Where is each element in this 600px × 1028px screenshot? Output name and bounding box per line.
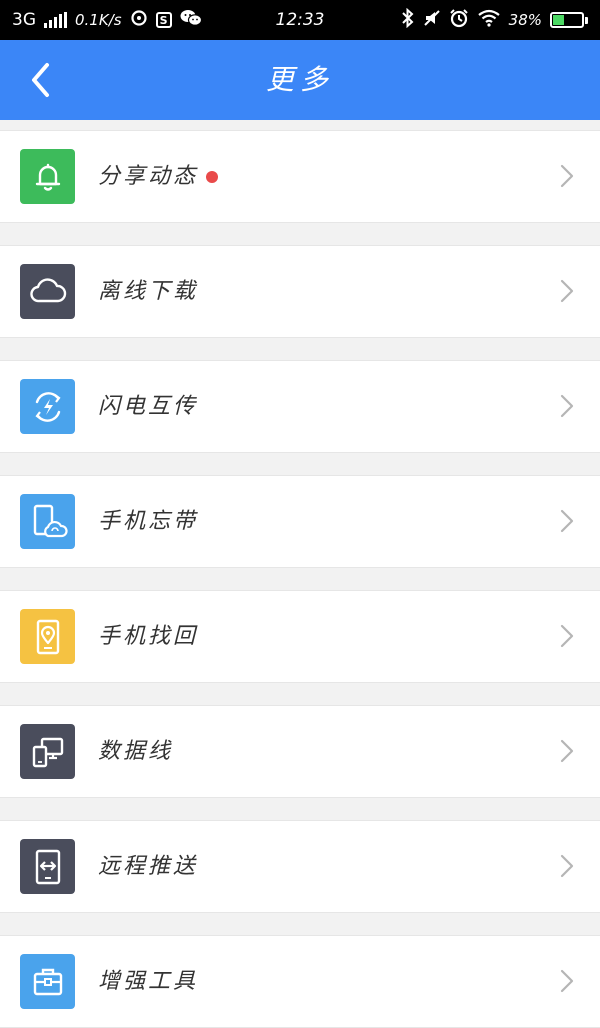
menu-item-lightning-transfer[interactable]: 闪电互传 (0, 360, 600, 453)
cloud-icon (20, 264, 75, 319)
bluetooth-icon (401, 7, 415, 33)
alarm-icon (449, 8, 469, 33)
menu-item-enhanced-tools[interactable]: 增强工具 (0, 935, 600, 1028)
menu-item-label: 离线下载 (98, 279, 199, 304)
s-app-icon: S (155, 12, 172, 28)
wifi-icon (477, 9, 501, 32)
devices-icon (20, 724, 75, 779)
toolbox-icon (20, 954, 75, 1009)
menu-item-phone-recovery[interactable]: 手机找回 (0, 590, 600, 683)
menu-item-remote-push[interactable]: 远程推送 (0, 820, 600, 913)
chevron-right-icon (554, 393, 580, 419)
phone-location-icon (20, 609, 75, 664)
battery-percent: 38% (508, 11, 542, 29)
menu-item-phone-forgotten[interactable]: 手机忘带 (0, 475, 600, 568)
battery-icon (550, 12, 588, 28)
network-speed: 0.1K/s (75, 11, 122, 29)
wechat-icon (180, 9, 202, 32)
status-bar-right: 38% (300, 7, 588, 33)
menu-item-data-cable[interactable]: 数据线 (0, 705, 600, 798)
menu-item-label: 手机忘带 (98, 509, 199, 534)
menu-item-label: 手机找回 (98, 624, 199, 649)
phone-cloud-icon (20, 494, 75, 549)
menu-item-label: 分享动态 (98, 164, 199, 189)
status-bar: 3G 0.1K/s S 12:33 38% (0, 0, 600, 40)
status-bar-left: 3G 0.1K/s S (12, 9, 300, 32)
chevron-right-icon (554, 738, 580, 764)
menu-item-label: 数据线 (98, 739, 174, 764)
chevron-right-icon (554, 623, 580, 649)
chevron-right-icon (554, 853, 580, 879)
nav-bar: 更多 (0, 40, 600, 120)
chevron-right-icon (554, 163, 580, 189)
menu-item-label: 闪电互传 (98, 394, 199, 419)
chevron-right-icon (554, 968, 580, 994)
chevron-right-icon (554, 278, 580, 304)
signal-icon (44, 12, 67, 28)
menu-item-offline-download[interactable]: 离线下载 (0, 245, 600, 338)
network-type: 3G (12, 10, 36, 30)
menu-item-share-feed[interactable]: 分享动态 (0, 130, 600, 223)
page-title: 更多 (265, 63, 334, 96)
chevron-right-icon (554, 508, 580, 534)
menu-item-label: 增强工具 (98, 969, 199, 994)
mute-icon (423, 9, 441, 32)
bell-icon (20, 149, 75, 204)
lightning-transfer-icon (20, 379, 75, 434)
menu-item-label: 远程推送 (98, 854, 199, 879)
remote-push-icon (20, 839, 75, 894)
notification-badge (206, 171, 218, 183)
sync-icon (130, 9, 148, 32)
